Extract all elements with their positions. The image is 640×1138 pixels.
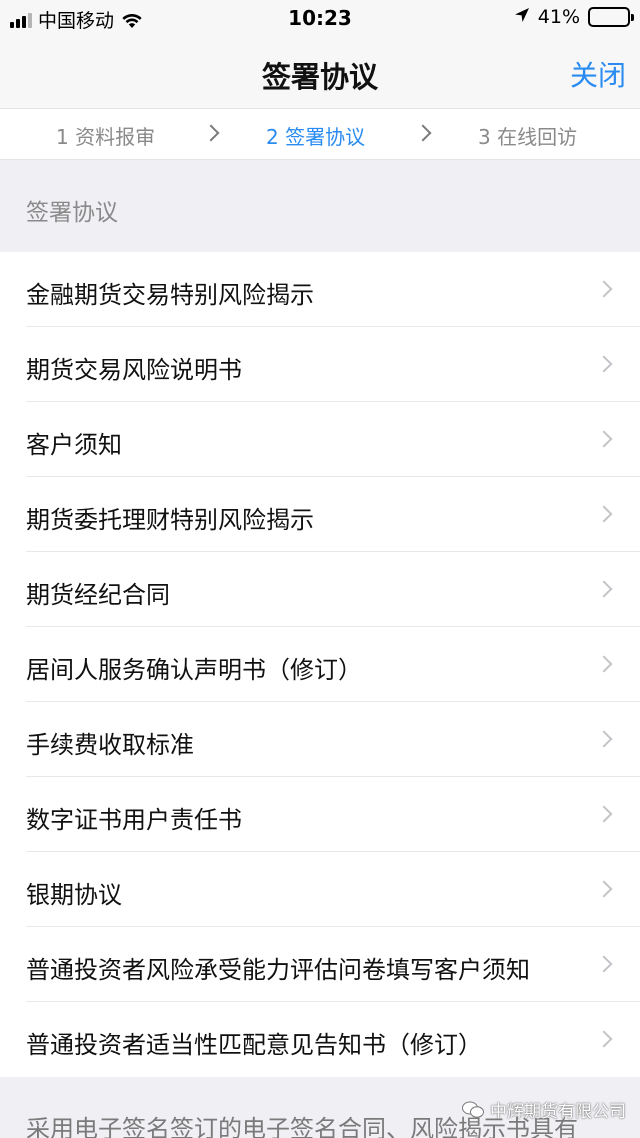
watermark: 中辉期货有限公司 bbox=[462, 1097, 626, 1122]
list-item[interactable]: 居间人服务确认声明书（修订） bbox=[0, 627, 640, 702]
list-item-label: 期货交易风险说明书 bbox=[26, 356, 242, 384]
list-item-label: 期货委托理财特别风险揭示 bbox=[26, 506, 314, 534]
footer-note: 采用电子签名签订的电子签名合同、风险揭示书具有 中辉期货有限公司 bbox=[0, 1077, 640, 1138]
step-3: 3 在线回访 bbox=[478, 125, 578, 149]
page-title: 签署协议 bbox=[261, 60, 378, 94]
list-item[interactable]: 期货交易风险说明书 bbox=[0, 327, 640, 402]
list-item[interactable]: 手续费收取标准 bbox=[0, 702, 640, 777]
wechat-icon bbox=[462, 1101, 484, 1118]
battery-percent: 41% bbox=[537, 6, 580, 28]
list-item[interactable]: 期货经纪合同 bbox=[0, 552, 640, 627]
chevron-right-icon bbox=[595, 955, 613, 973]
list-item[interactable]: 客户须知 bbox=[0, 402, 640, 477]
status-right: 41% bbox=[514, 6, 634, 28]
step-chevron-icon bbox=[414, 124, 432, 142]
list-item[interactable]: 期货委托理财特别风险揭示 bbox=[0, 477, 640, 552]
list-item-label: 居间人服务确认声明书（修订） bbox=[26, 656, 362, 684]
list-item[interactable]: 数字证书用户责任书 bbox=[0, 777, 640, 852]
section-header-label: 签署协议 bbox=[26, 200, 118, 226]
chevron-right-icon bbox=[595, 280, 613, 298]
list-item-label: 数字证书用户责任书 bbox=[26, 806, 242, 834]
chevron-right-icon bbox=[595, 505, 613, 523]
list-item[interactable]: 普通投资者风险承受能力评估问卷填写客户须知 bbox=[0, 927, 640, 1002]
chevron-right-icon bbox=[595, 880, 613, 898]
location-arrow-icon bbox=[514, 6, 530, 28]
list-item[interactable]: 金融期货交易特别风险揭示 bbox=[0, 252, 640, 327]
agreement-list: 金融期货交易特别风险揭示 期货交易风险说明书 客户须知 期货委托理财特别风险揭示… bbox=[0, 252, 640, 1077]
list-item-label: 手续费收取标准 bbox=[26, 731, 194, 759]
list-item-label: 普通投资者适当性匹配意见告知书（修订） bbox=[26, 1031, 482, 1059]
step-2-current: 2 签署协议 bbox=[266, 125, 366, 149]
list-item-label: 期货经纪合同 bbox=[26, 581, 170, 609]
list-item-label: 客户须知 bbox=[26, 431, 122, 459]
chevron-right-icon bbox=[595, 355, 613, 373]
battery-icon bbox=[588, 7, 634, 27]
chevron-right-icon bbox=[595, 430, 613, 448]
chevron-right-icon bbox=[595, 580, 613, 598]
list-item-label: 普通投资者风险承受能力评估问卷填写客户须知 bbox=[26, 956, 530, 984]
list-item-label: 银期协议 bbox=[26, 881, 122, 909]
chevron-right-icon bbox=[595, 730, 613, 748]
section-header: 签署协议 bbox=[0, 160, 640, 252]
chevron-right-icon bbox=[595, 1030, 613, 1048]
step-1: 1 资料报审 bbox=[56, 125, 156, 149]
list-item[interactable]: 普通投资者适当性匹配意见告知书（修订） bbox=[0, 1002, 640, 1077]
nav-bar: 签署协议 关闭 bbox=[0, 40, 640, 108]
status-bar: 中国移动 10:23 41% bbox=[0, 0, 640, 40]
watermark-text: 中辉期货有限公司 bbox=[490, 1102, 626, 1122]
chevron-right-icon bbox=[595, 655, 613, 673]
step-chevron-icon bbox=[202, 124, 220, 142]
list-item-label: 金融期货交易特别风险揭示 bbox=[26, 281, 314, 309]
close-button[interactable]: 关闭 bbox=[570, 54, 626, 94]
step-indicator: 1 资料报审 2 签署协议 3 在线回访 bbox=[0, 108, 640, 160]
chevron-right-icon bbox=[595, 805, 613, 823]
list-item[interactable]: 银期协议 bbox=[0, 852, 640, 927]
